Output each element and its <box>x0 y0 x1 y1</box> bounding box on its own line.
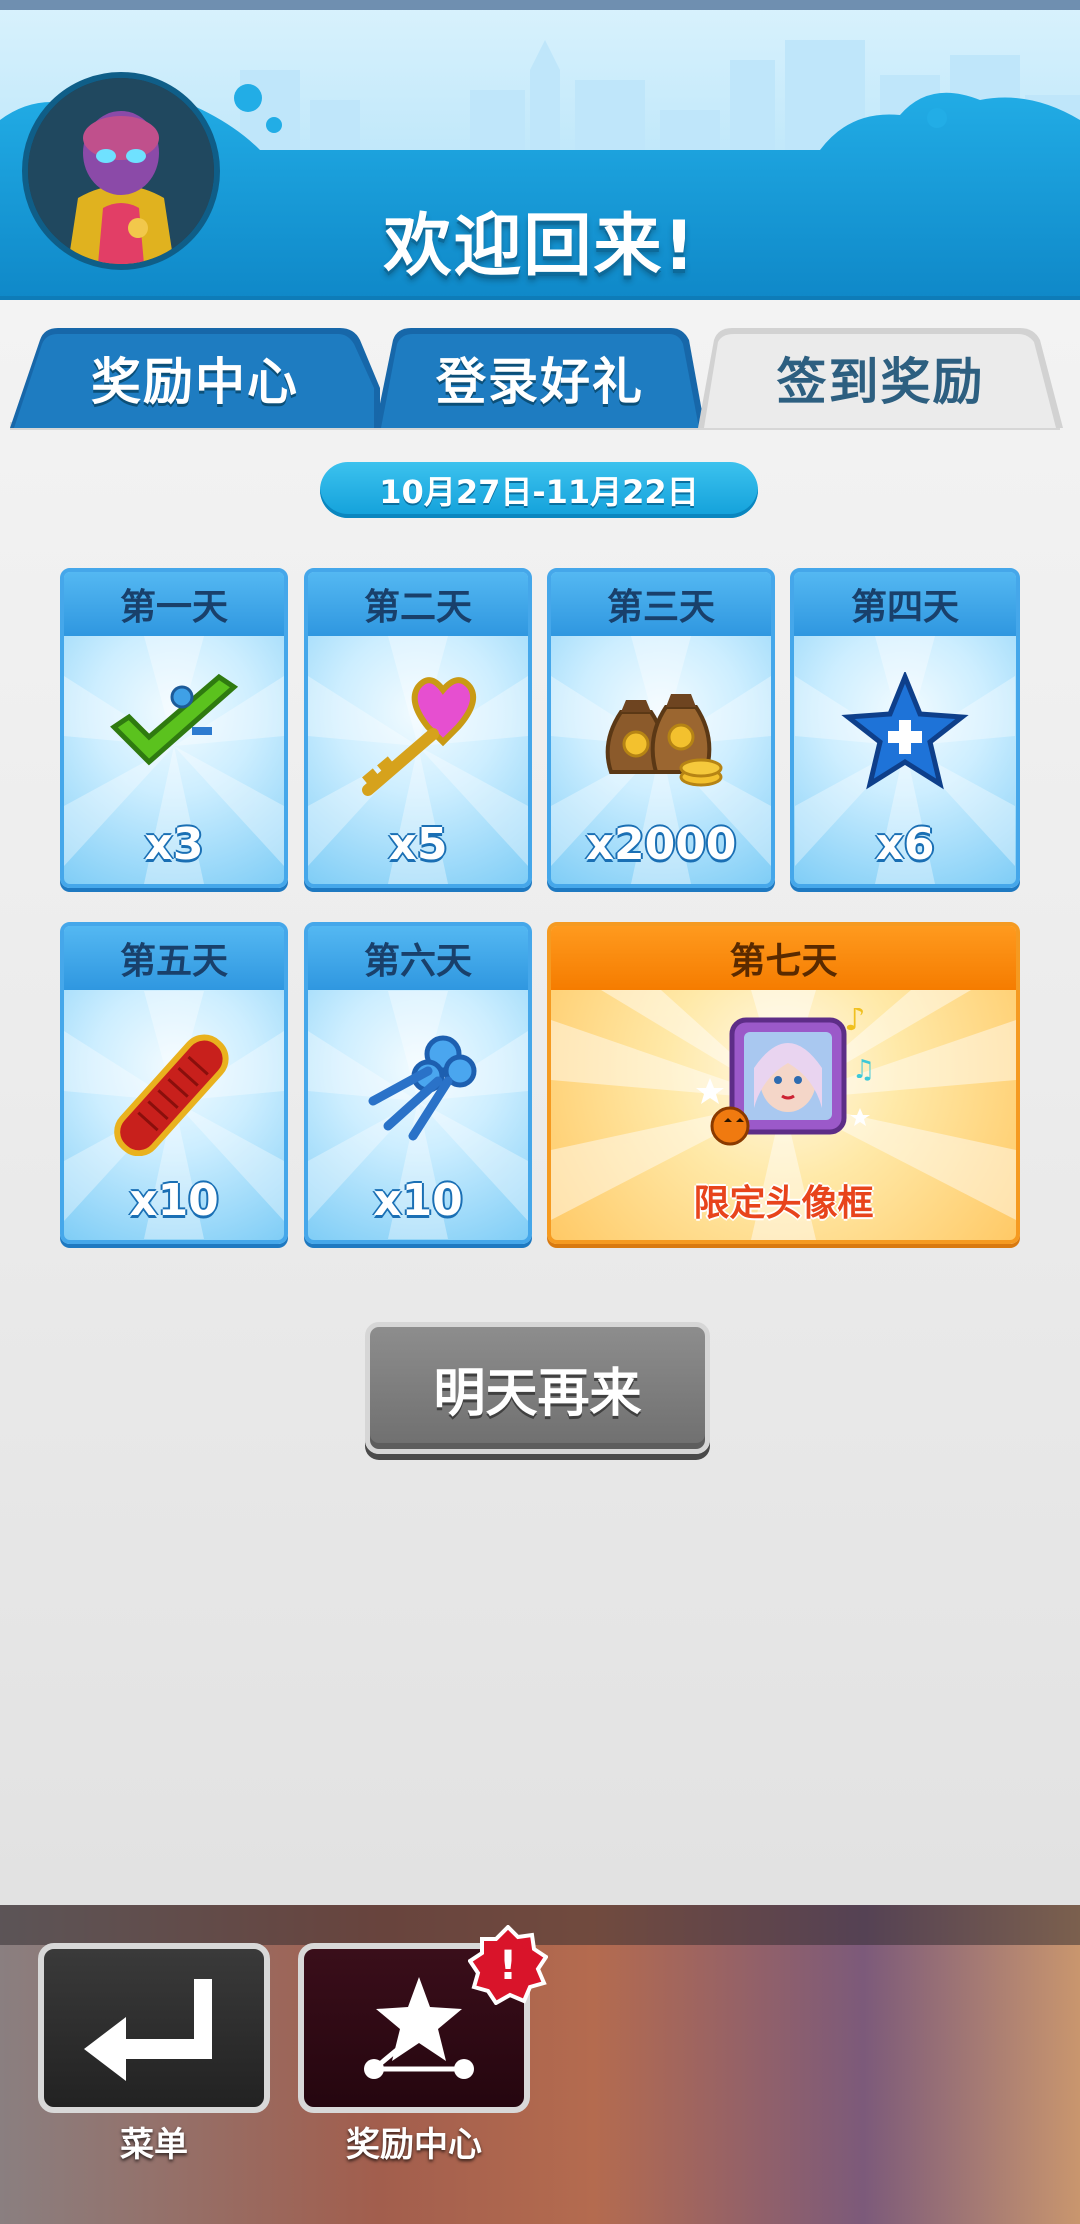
day-title: 第四天 <box>794 572 1016 636</box>
day-card-7[interactable]: 第七天 ♪ ♫ 限定头像框 <box>547 922 1020 1244</box>
alert-badge-icon: ! <box>468 1925 548 2005</box>
reward-quantity: x10 <box>129 1175 219 1226</box>
day-card-1[interactable]: 第一天 x3 <box>60 568 288 888</box>
check-in-panel: 欢迎回来! 奖励中心 登录好礼 签到奖励 10月27日-11月22日 第一天 x… <box>0 0 1080 1905</box>
alert-mark: ! <box>499 1943 517 1989</box>
day-title: 第二天 <box>308 572 528 636</box>
menu-button[interactable] <box>38 1943 270 2113</box>
blue-keys-icon <box>368 1035 477 1141</box>
bottom-nav: 菜单 奖励中心 ! <box>0 1905 1080 2224</box>
day-title: 第三天 <box>551 572 771 636</box>
day-title: 第六天 <box>308 926 528 990</box>
day-title: 第七天 <box>551 926 1016 990</box>
reward-quantity: x6 <box>875 819 935 870</box>
day-card-4[interactable]: 第四天 x6 <box>790 568 1020 888</box>
tab-label: 登录好礼 <box>436 353 644 411</box>
tab-bar: 奖励中心 登录好礼 签到奖励 <box>0 300 1080 430</box>
hoverboard-check-icon <box>110 673 239 766</box>
day-title: 第五天 <box>64 926 284 990</box>
heart-key-icon <box>362 677 476 796</box>
avatar-frame-icon: ♪ ♫ <box>695 1008 875 1146</box>
menu-label: 菜单 <box>120 2125 188 2165</box>
welcome-title: 欢迎回来! <box>383 207 697 286</box>
reward-quantity: x5 <box>388 819 448 870</box>
tab-login-gift[interactable]: 登录好礼 <box>375 328 705 428</box>
tab-label: 签到奖励 <box>776 353 985 411</box>
reward-center-label: 奖励中心 <box>346 2125 482 2165</box>
coin-bags-icon <box>605 694 723 787</box>
tab-reward-center[interactable]: 奖励中心 <box>10 328 380 428</box>
red-skateboard-icon <box>114 1034 229 1156</box>
day-card-5[interactable]: 第五天 x10 <box>60 922 288 1244</box>
day-card-2[interactable]: 第二天 x5 <box>304 568 532 888</box>
header: 欢迎回来! <box>0 0 1080 300</box>
reward-quantity: x3 <box>144 819 204 870</box>
svg-text:♪: ♪ <box>844 1008 866 1039</box>
tab-label: 奖励中心 <box>91 353 299 411</box>
reward-quantity: x2000 <box>585 819 737 870</box>
return-arrow-icon <box>84 1979 212 2081</box>
reward-quantity: x10 <box>373 1175 463 1226</box>
star-plus-icon <box>841 672 969 790</box>
reward-label: 限定头像框 <box>693 1183 874 1224</box>
day-card-6[interactable]: 第六天 x10 <box>304 922 532 1244</box>
come-back-tomorrow-button[interactable]: 明天再来 <box>365 1322 710 1454</box>
svg-text:♫: ♫ <box>852 1055 875 1085</box>
day-card-3[interactable]: 第三天 x2000 <box>547 568 775 888</box>
event-date-range: 10月27日-11月22日 <box>320 462 758 518</box>
day-title: 第一天 <box>64 572 284 636</box>
tab-check-in-reward[interactable]: 签到奖励 <box>698 328 1063 428</box>
